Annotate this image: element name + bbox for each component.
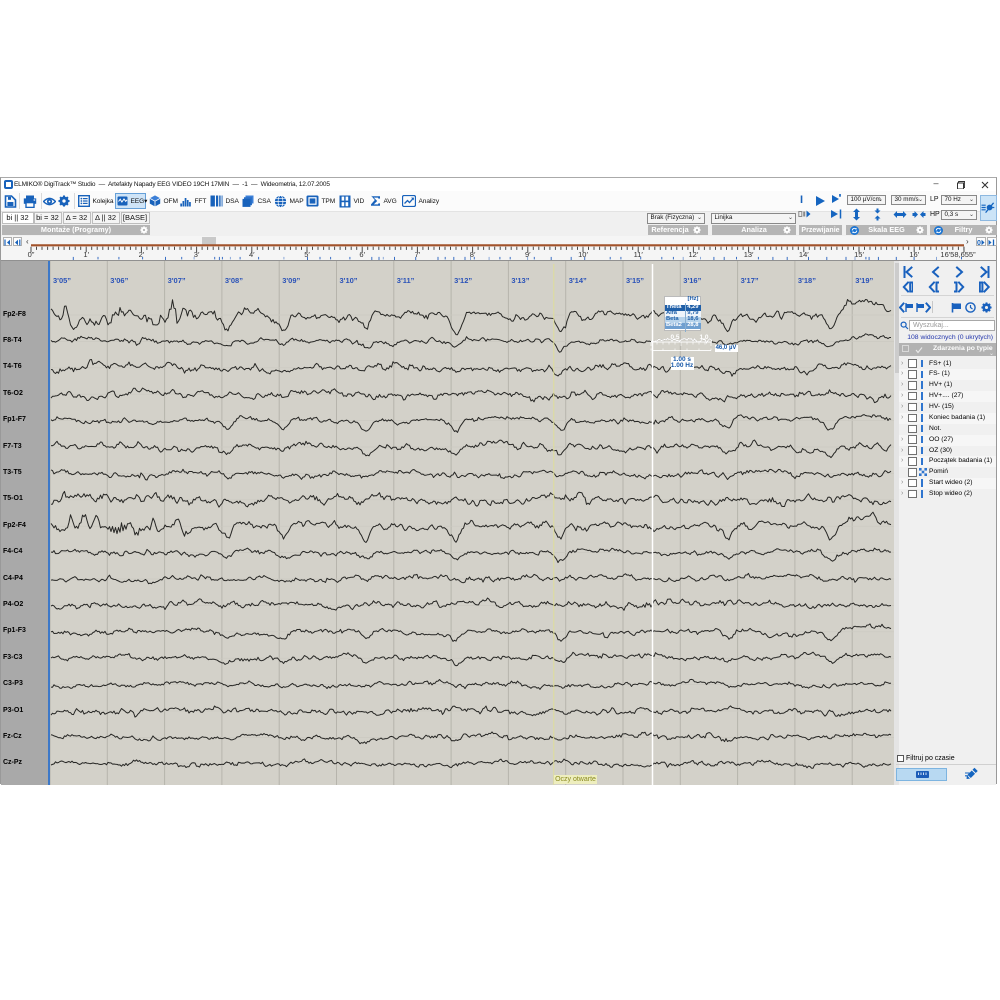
svg-text:3'07”: 3'07” [168,276,186,285]
svg-text:3'16”: 3'16” [683,276,701,285]
svg-text:3'05”: 3'05” [53,276,71,285]
svg-text:3'13”: 3'13” [511,276,529,285]
svg-text:4′: 4′ [249,249,255,258]
svg-text:1.0: 1.0 [699,334,708,341]
svg-text:14′: 14′ [799,249,809,258]
svg-text:3'18”: 3'18” [798,276,816,285]
svg-text:16′58,655”: 16′58,655” [940,249,976,258]
svg-text:3'11”: 3'11” [397,276,415,285]
svg-text:2′: 2′ [139,249,145,258]
svg-text:3'06”: 3'06” [110,276,128,285]
svg-text:15′: 15′ [854,249,864,258]
svg-text:11′: 11′ [634,249,644,258]
svg-text:3'15”: 3'15” [626,276,644,285]
svg-text:13′: 13′ [744,249,754,258]
svg-text:12′: 12′ [689,249,699,258]
svg-text:0”: 0” [28,249,35,258]
svg-text:3'19”: 3'19” [855,276,873,285]
svg-text:10′: 10′ [578,249,588,258]
svg-text:3'12”: 3'12” [454,276,472,285]
svg-text:3'08”: 3'08” [225,276,243,285]
svg-text:3'09”: 3'09” [282,276,300,285]
svg-text:3'10”: 3'10” [340,276,358,285]
svg-text:6′: 6′ [359,249,365,258]
svg-text:3'14”: 3'14” [569,276,587,285]
svg-text:3′: 3′ [194,249,200,258]
svg-text:1′: 1′ [83,249,89,258]
svg-text:0.5: 0.5 [670,334,679,341]
svg-text:3'17”: 3'17” [741,276,759,285]
